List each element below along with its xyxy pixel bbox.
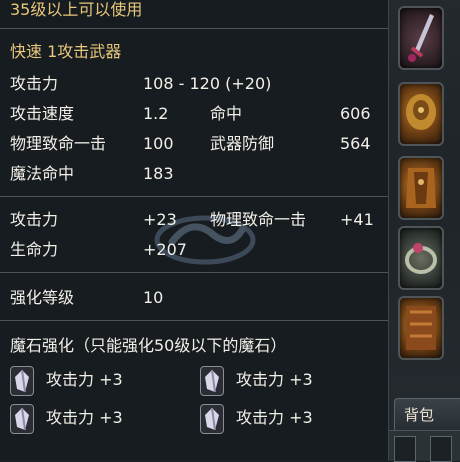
magic-stone-slot: 攻击力 +3 <box>236 408 313 427</box>
stat-value: 108 - 120 (+20) <box>143 74 272 93</box>
enhance-value: 10 <box>143 288 164 307</box>
stat-label: 物理致命一击 <box>10 134 107 153</box>
bonus-label: 物理致命一击 <box>210 210 307 229</box>
equip-slot-shoulder[interactable] <box>398 82 444 146</box>
stat-label: 攻击速度 <box>10 104 75 123</box>
bag-tab-label: 背包 <box>404 406 435 424</box>
equip-slot-chest[interactable] <box>398 156 444 220</box>
magic-stone-gem-icon <box>10 404 34 434</box>
boots-icon <box>406 306 436 350</box>
magic-stone-gem-icon <box>10 366 34 396</box>
divider <box>0 196 388 197</box>
level-requirement: 35级以上可以使用 <box>10 0 143 19</box>
stat-label: 攻击力 <box>10 74 59 93</box>
bonus-label: 攻击力 <box>10 210 59 229</box>
ring-icon <box>405 243 437 274</box>
stat-value: 183 <box>143 164 174 183</box>
bonus-value: +23 <box>143 210 177 229</box>
bonus-value: +207 <box>143 240 187 259</box>
stat-value: 606 <box>340 104 371 123</box>
bag-slot[interactable] <box>394 436 416 462</box>
stat-value: 564 <box>340 134 371 153</box>
shoulder-armor-icon <box>406 94 436 130</box>
stat-label: 武器防御 <box>210 134 275 153</box>
magic-stone-slot: 攻击力 +3 <box>46 370 123 389</box>
bonus-value: +41 <box>340 210 374 229</box>
equip-slot-boots[interactable] <box>398 296 444 360</box>
stat-label: 命中 <box>210 104 243 123</box>
stat-value: 100 <box>143 134 174 153</box>
sword-icon <box>408 14 434 62</box>
magic-stone-title: 魔石强化（只能强化50级以下的魔石） <box>10 336 287 355</box>
bag-slot[interactable] <box>430 436 452 462</box>
magic-stone-slot: 攻击力 +3 <box>46 408 123 427</box>
item-tooltip: 35级以上可以使用 快速 1攻击武器 攻击力 108 - 120 (+20) 攻… <box>0 0 389 460</box>
stat-label: 魔法命中 <box>10 164 75 183</box>
magic-stone-gem-icon <box>200 366 224 396</box>
divider <box>0 272 388 273</box>
stat-value: 1.2 <box>143 104 169 123</box>
bonus-label: 生命力 <box>10 240 59 259</box>
equip-slot-ring[interactable] <box>398 226 444 290</box>
divider <box>0 320 388 321</box>
magic-stone-slot: 攻击力 +3 <box>236 370 313 389</box>
divider <box>0 28 388 29</box>
weapon-type: 快速 1攻击武器 <box>10 42 122 61</box>
chest-armor-icon <box>406 168 436 208</box>
enhance-label: 强化等级 <box>10 288 75 307</box>
magic-stone-gem-icon <box>200 404 224 434</box>
equip-slot-weapon[interactable] <box>398 6 444 70</box>
